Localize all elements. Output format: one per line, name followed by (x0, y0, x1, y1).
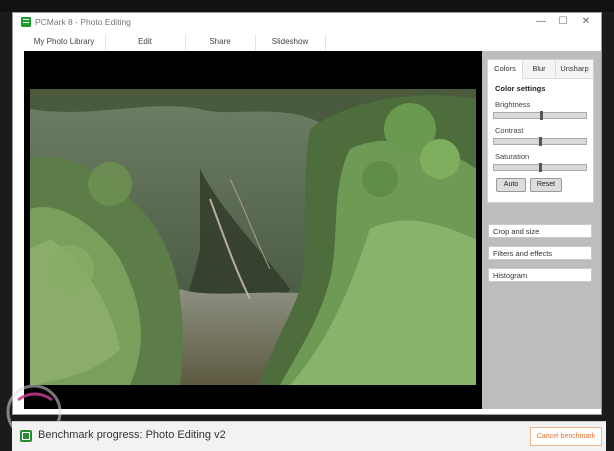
maximize-button[interactable]: ☐ (553, 15, 573, 29)
tab-blur[interactable]: Blur (523, 60, 556, 78)
edit-tabs: Colors Blur Unsharp (488, 60, 593, 79)
contrast-slider[interactable] (493, 137, 587, 146)
contrast-slider-thumb[interactable] (539, 137, 542, 146)
crop-and-size-section[interactable]: Crop and size (488, 224, 592, 238)
menu-item-my-photo-library[interactable]: My Photo Library (23, 34, 106, 50)
desktop-background (0, 0, 614, 12)
minimize-button[interactable]: — (531, 15, 551, 29)
close-button[interactable]: ✕ (576, 15, 596, 29)
color-settings-card: Colors Blur Unsharp Color settings Brigh… (487, 59, 594, 203)
menu-item-slideshow[interactable]: Slideshow (255, 34, 326, 50)
menu-item-share[interactable]: Share (185, 34, 256, 50)
menu-item-edit[interactable]: Edit (105, 34, 186, 50)
tab-unsharp[interactable]: Unsharp (556, 60, 593, 78)
saturation-label: Saturation (495, 152, 530, 161)
reset-button[interactable]: Reset (530, 178, 562, 192)
edit-side-panel: Colors Blur Unsharp Color settings Brigh… (482, 51, 601, 409)
brightness-slider-thumb[interactable] (540, 111, 543, 120)
photo-viewer (24, 51, 482, 409)
photo-image (30, 89, 476, 385)
app-window: PCMark 8 - Photo Editing — ☐ ✕ My Photo … (12, 12, 602, 415)
brightness-slider[interactable] (493, 111, 587, 120)
saturation-slider[interactable] (493, 163, 587, 172)
saturation-slider-thumb[interactable] (539, 163, 542, 172)
benchmark-progress-bar: Benchmark progress: Photo Editing v2 Can… (12, 421, 606, 451)
benchmark-icon (20, 430, 32, 442)
histogram-section[interactable]: Histogram (488, 268, 592, 282)
cancel-benchmark-button[interactable]: Cancel benchmark (530, 427, 602, 446)
title-bar: PCMark 8 - Photo Editing — ☐ ✕ (13, 13, 601, 33)
brightness-label: Brightness (495, 100, 531, 109)
tab-colors[interactable]: Colors (488, 60, 523, 79)
color-settings-title: Color settings (495, 84, 546, 93)
benchmark-progress-text: Benchmark progress: Photo Editing v2 (38, 429, 226, 441)
auto-button[interactable]: Auto (496, 178, 526, 192)
contrast-label: Contrast (495, 126, 524, 135)
filters-and-effects-section[interactable]: Filters and effects (488, 246, 592, 260)
main-menu: My Photo Library Edit Share Slideshow (23, 34, 353, 50)
window-title: PCMark 8 - Photo Editing (35, 17, 131, 27)
app-logo-icon (21, 17, 31, 27)
